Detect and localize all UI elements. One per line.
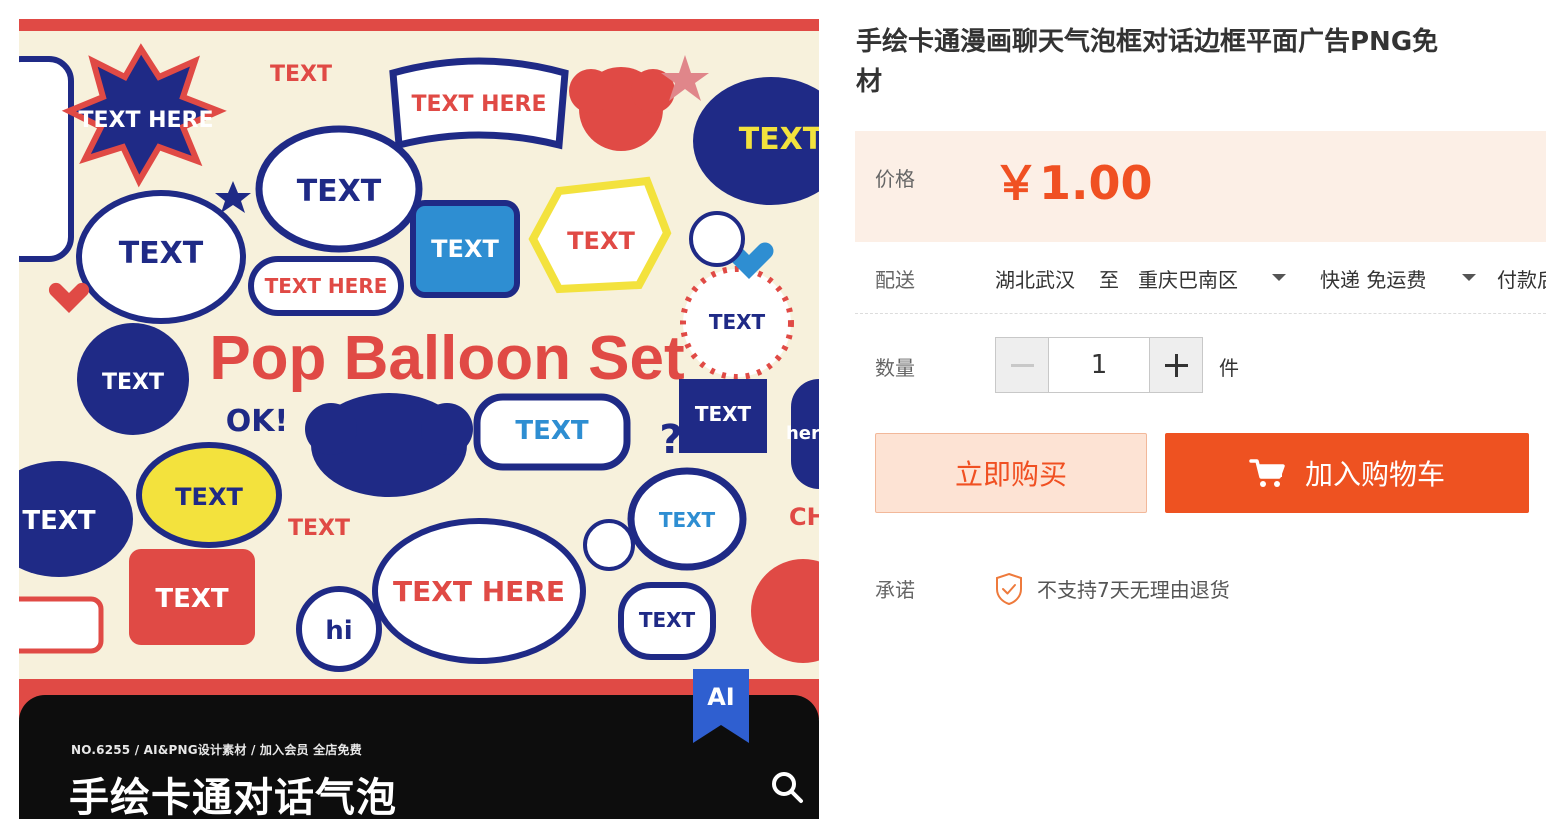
bubble-text-7: hi: [325, 616, 352, 646]
banner-title: Pop Balloon Set: [209, 324, 684, 393]
product-title-line-1: 手绘卡通漫画聊天气泡框对话边框平面广告PNG免: [856, 27, 1439, 57]
bubble-text-2: TEXT: [270, 62, 332, 87]
svg-text:?: ?: [659, 417, 682, 463]
shipping-label: 配送: [875, 268, 915, 292]
shipping-origin: 湖北武汉: [995, 268, 1075, 292]
bubble-text-4: TEXT: [297, 174, 382, 209]
svg-text:TEXT: TEXT: [22, 506, 96, 536]
shipping-extra: 付款后: [1497, 268, 1546, 292]
zoom-magnifier-icon[interactable]: [769, 769, 805, 805]
shipping-destination-select[interactable]: 重庆巴南区: [1138, 264, 1238, 293]
price-label: 价格: [875, 167, 915, 191]
image-overlay-title: 手绘卡通对话气泡: [69, 775, 397, 819]
add-to-cart-button[interactable]: 加入购物车: [1165, 433, 1529, 513]
product-image[interactable]: TEXT HERE TEXT TEXT HERE TEXT TEXT TEXT …: [19, 19, 819, 819]
product-title: 手绘卡通漫画聊天气泡框对话边框平面广告PNG免 材: [856, 22, 1546, 106]
bubble-text-1: TEXT HERE: [78, 108, 213, 133]
svg-text:TEXT: TEXT: [515, 416, 589, 446]
svg-text:TEXT: TEXT: [709, 310, 766, 334]
svg-text:TEXT: TEXT: [567, 227, 635, 255]
chevron-down-icon[interactable]: [1462, 274, 1476, 281]
quantity-unit: 件: [1219, 356, 1239, 380]
product-title-line-2: 材: [856, 67, 883, 97]
promise-text: 不支持7天无理由退货: [1037, 578, 1230, 602]
chevron-down-icon[interactable]: [1272, 274, 1286, 281]
svg-text:TEXT: TEXT: [288, 516, 350, 541]
shopping-cart-icon: [1249, 459, 1285, 487]
svg-text:TEXT: TEXT: [659, 508, 716, 532]
svg-text:TEXT: TEXT: [175, 483, 243, 511]
shipping-row: 配送 湖北武汉 至 重庆巴南区 快递 免运费 付款后: [855, 246, 1546, 314]
svg-text:TEXT: TEXT: [639, 608, 696, 632]
bubble-text-9: here: [786, 423, 819, 444]
bubble-text-6: TEXT HERE: [393, 575, 565, 608]
shipping-to-word: 至: [1099, 268, 1119, 292]
price-section: 价格 ￥1.00: [855, 131, 1546, 242]
buy-now-label: 立即购买: [954, 458, 1067, 491]
decrease-quantity-button[interactable]: [996, 338, 1049, 392]
svg-text:TEXT HERE: TEXT HERE: [265, 274, 388, 298]
ai-badge: AI: [693, 669, 749, 743]
bubble-text-3: TEXT HERE: [411, 92, 546, 117]
increase-quantity-button[interactable]: [1149, 338, 1202, 392]
bubble-text-5: OK!: [226, 404, 288, 439]
quantity-input[interactable]: [1050, 338, 1148, 392]
price-value: ￥1.00: [993, 156, 1153, 210]
svg-text:TEXT: TEXT: [102, 370, 164, 395]
buy-now-button[interactable]: 立即购买: [875, 433, 1147, 513]
svg-text:TEXT: TEXT: [431, 235, 499, 263]
bubble-text-8: CHECK: [789, 503, 819, 531]
ai-badge-label: AI: [707, 683, 735, 711]
svg-text:TEXT: TEXT: [155, 584, 229, 614]
svg-text:TEXT: TEXT: [119, 236, 204, 271]
image-meta-line: NO.6255 / AI&PNG设计素材 / 加入会员 全店免费: [71, 743, 362, 757]
shipping-method-select[interactable]: 快递 免运费: [1320, 264, 1426, 293]
promise-label: 承诺: [875, 578, 915, 602]
add-to-cart-label: 加入购物车: [1304, 458, 1445, 491]
quantity-label: 数量: [875, 356, 915, 380]
svg-text:TEXT: TEXT: [739, 122, 819, 157]
shield-check-icon: [996, 572, 1022, 606]
speech-bubble-illustration: TEXT HERE TEXT TEXT HERE TEXT TEXT TEXT …: [19, 19, 819, 719]
quantity-stepper: [995, 337, 1203, 393]
svg-text:TEXT: TEXT: [695, 402, 752, 426]
